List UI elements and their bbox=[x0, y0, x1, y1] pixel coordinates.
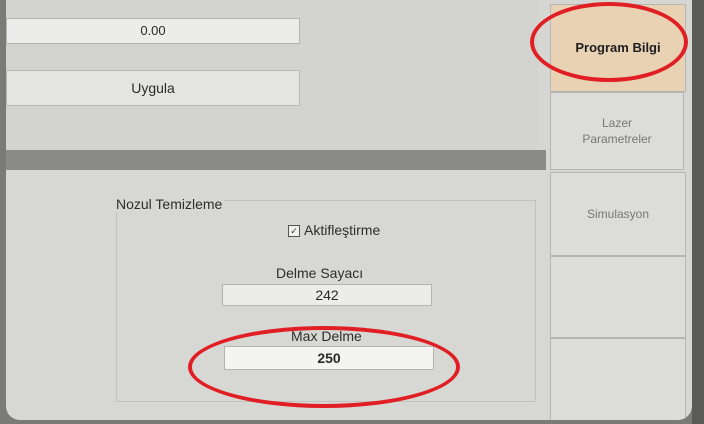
drill-counter-label: Delme Sayacı bbox=[276, 265, 364, 281]
side-menu-empty-button-1[interactable] bbox=[550, 256, 686, 338]
max-drill-label: Max Delme bbox=[291, 328, 362, 344]
side-menu-empty-button-2[interactable] bbox=[550, 338, 686, 420]
program-info-button[interactable]: Program Bilgi bbox=[550, 4, 686, 92]
nozzle-cleaning-title: Nozul Temizleme bbox=[114, 196, 225, 212]
machine-screen: 0.00 Uygula Nozul Temizleme ✓ Aktifleşti… bbox=[6, 0, 692, 420]
activate-checkbox[interactable]: ✓ bbox=[288, 225, 300, 237]
top-panel: 0.00 Uygula bbox=[6, 0, 538, 150]
value-field[interactable]: 0.00 bbox=[6, 18, 300, 44]
laser-parameters-button[interactable]: Lazer Parametreler bbox=[550, 92, 684, 170]
drill-counter-value[interactable]: 242 bbox=[222, 284, 432, 306]
section-divider bbox=[6, 150, 546, 170]
activate-label: Aktifleştirme bbox=[304, 222, 381, 238]
device-bezel bbox=[692, 0, 704, 424]
max-drill-input[interactable]: 250 bbox=[224, 346, 434, 370]
simulation-button[interactable]: Simulasyon bbox=[550, 172, 686, 256]
apply-button[interactable]: Uygula bbox=[6, 70, 300, 106]
nozzle-cleaning-panel: Nozul Temizleme ✓ Aktifleştirme Delme Sa… bbox=[6, 170, 546, 420]
